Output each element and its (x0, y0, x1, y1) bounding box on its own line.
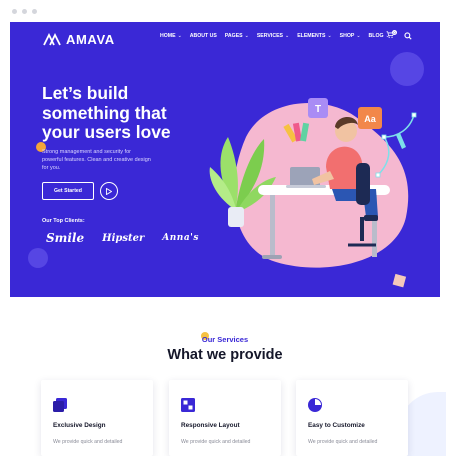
layers-icon (53, 398, 67, 412)
service-card-responsive-layout[interactable]: Responsive Layout We provide quick and d… (169, 380, 281, 456)
nav-label: BLOG (368, 33, 384, 39)
nav-label: SERVICES (256, 33, 283, 39)
services-label: Our Services (201, 335, 249, 344)
logo-mark-icon (43, 33, 61, 46)
hero-section: AMAVA HOME ⌄ ABOUT US PAGES ⌄ SERVICES ⌄ EL… (10, 22, 440, 297)
card-description: We provide quick and detailed (181, 439, 251, 445)
card-description: We provide quick and detailed (53, 439, 123, 445)
client-logos: Smile Hipster Anna's (46, 231, 199, 245)
service-card-exclusive-design[interactable]: Exclusive Design We provide quick and de… (41, 380, 153, 456)
window-dot (32, 9, 37, 14)
chevron-down-icon: ⌄ (356, 33, 361, 39)
nav-item-services[interactable]: SERVICES ⌄ (257, 33, 289, 39)
pie-chart-icon (308, 398, 322, 412)
nav-item-home[interactable]: HOME ⌄ (160, 33, 182, 39)
client-logo-annas: Anna's (162, 233, 199, 243)
chevron-down-icon: ⌄ (177, 33, 182, 39)
font-badge-icon: Aa (358, 107, 382, 129)
main-nav: HOME ⌄ ABOUT US PAGES ⌄ SERVICES ⌄ ELEMENTS… (160, 30, 412, 40)
cart-button[interactable]: 0 (386, 30, 397, 40)
floating-cube-icon (392, 273, 407, 288)
chevron-down-icon: ⌄ (327, 33, 332, 39)
hero-headline: Let’s build something that your users lo… (42, 83, 212, 143)
nav-label: SHOP (339, 33, 355, 39)
nav-item-about[interactable]: ABOUT US (190, 33, 217, 39)
card-title: Exclusive Design (53, 422, 106, 429)
nav-label: ABOUT US (189, 33, 217, 39)
hero-illustration: T Aa (209, 98, 417, 288)
clients-label: Our Top Clients: (42, 218, 85, 224)
client-logo-hipster: Hipster (102, 232, 145, 244)
card-description: We provide quick and detailed (308, 439, 378, 445)
cart-count-badge: 0 (392, 30, 397, 35)
nav-item-elements[interactable]: ELEMENTS ⌄ (297, 33, 331, 39)
decor-circle (28, 248, 48, 268)
nav-label: HOME (160, 33, 176, 39)
headline-line: something that (42, 102, 167, 123)
headline-line: Let’s build (42, 83, 129, 103)
nav-label: PAGES (224, 33, 243, 39)
nav-label: ELEMENTS (297, 33, 326, 39)
chevron-down-icon: ⌄ (244, 33, 249, 39)
client-logo-smile: Smile (46, 231, 85, 245)
window-dots (12, 9, 37, 14)
headline-line: your users love (42, 122, 171, 142)
chevron-down-icon: ⌄ (284, 33, 290, 39)
nav-item-shop[interactable]: SHOP ⌄ (340, 33, 361, 39)
badge-text: Aa (364, 114, 376, 124)
window-dot (22, 9, 27, 14)
service-card-easy-to-customize[interactable]: Easy to Customize We provide quick and d… (296, 380, 408, 456)
window-dot (12, 9, 17, 14)
play-icon (106, 187, 112, 195)
card-title: Responsive Layout (181, 422, 240, 429)
search-icon[interactable] (404, 32, 412, 40)
brand-name: AMAVA (66, 32, 115, 47)
typography-badge-icon: T (308, 98, 328, 118)
brand-logo[interactable]: AMAVA (43, 32, 115, 47)
services-title: What we provide (167, 347, 283, 363)
get-started-button[interactable]: Get Started (42, 182, 94, 200)
play-video-button[interactable] (100, 182, 118, 200)
hero-subtext: Strong management and security for power… (42, 149, 151, 171)
card-title: Easy to Customize (308, 422, 365, 429)
badge-text: T (315, 104, 321, 115)
nav-item-pages[interactable]: PAGES ⌄ (225, 33, 249, 39)
grid-icon (181, 398, 195, 412)
